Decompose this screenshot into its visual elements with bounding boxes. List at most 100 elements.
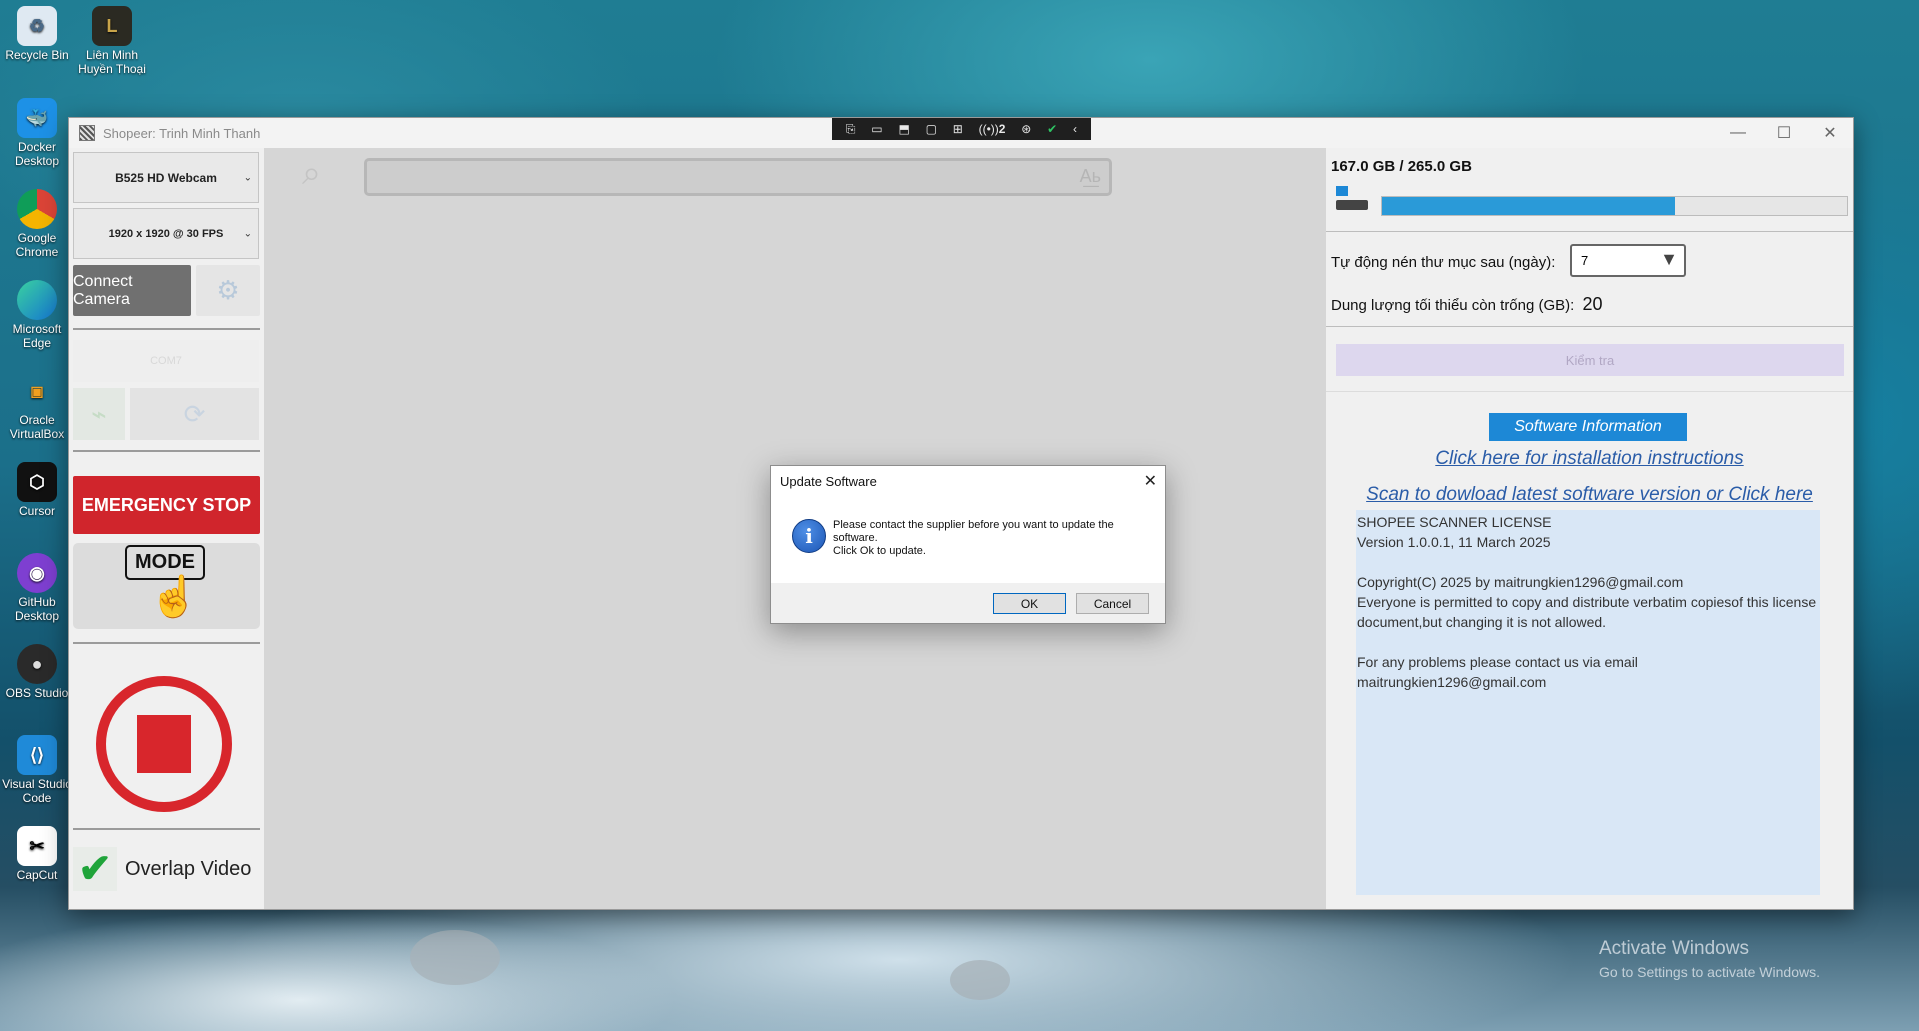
- storage-text: 167.0 GB / 265.0 GB: [1331, 158, 1472, 175]
- session-count-icon[interactable]: ((•))2: [979, 122, 1006, 136]
- divider: [1326, 231, 1853, 232]
- chrome-icon: [17, 189, 57, 229]
- dialog-message-line: Click Ok to update.: [833, 545, 926, 557]
- installation-instructions-link[interactable]: Click here for installation instructions: [1326, 448, 1853, 470]
- obs-icon: ●: [17, 644, 57, 684]
- desktop-icon-capcut[interactable]: ✂ CapCut: [0, 826, 74, 882]
- connect-camera-button[interactable]: Connect Camera: [73, 265, 191, 316]
- scanner-icon: ⌕: [302, 154, 322, 192]
- window-title: Shopeer: Trinh Minh Thanh: [103, 125, 261, 141]
- auto-compress-select[interactable]: 7 ▼: [1570, 244, 1686, 277]
- check-button[interactable]: Kiểm tra: [1336, 344, 1844, 376]
- min-free-label: Dung lượng tối thiểu còn trống (GB): 20: [1331, 294, 1603, 315]
- desktop-icon-vscode[interactable]: ⟨⟩ Visual Studio Code: [0, 735, 74, 805]
- com-port-select[interactable]: COM7: [73, 340, 259, 382]
- plug-icon: ⌁: [91, 398, 107, 429]
- vscode-icon: ⟨⟩: [17, 735, 57, 775]
- divider: [73, 828, 260, 830]
- resolution-select[interactable]: 1920 x 1920 @ 30 FPS ⌄: [73, 208, 259, 259]
- maximize-button[interactable]: ☐: [1761, 118, 1807, 148]
- storage-progress-fill: [1382, 197, 1675, 215]
- camera-icon[interactable]: ▭: [871, 122, 882, 136]
- connected-check-icon: ✔: [1047, 122, 1058, 136]
- serial-connect-button[interactable]: ⌁: [73, 388, 125, 440]
- fullscreen-icon[interactable]: ▢: [926, 122, 937, 136]
- dialog-footer: OK Cancel: [771, 583, 1165, 623]
- chevron-down-icon: ⌄: [243, 172, 252, 183]
- right-settings-panel: 167.0 GB / 265.0 GB Tự động nén thư mục …: [1326, 148, 1853, 909]
- ok-button[interactable]: OK: [993, 593, 1066, 614]
- virtualbox-icon: ▣: [30, 383, 44, 399]
- resolution-select-value: 1920 x 1920 @ 30 FPS: [108, 227, 224, 240]
- wallpaper-rock: [950, 960, 1010, 1000]
- file-transfer-icon[interactable]: ⎘: [846, 122, 856, 137]
- desktop-icon-chrome[interactable]: Google Chrome: [0, 189, 74, 259]
- pointing-hand-icon: ☝: [149, 575, 199, 619]
- refresh-icon: ⟳: [183, 398, 206, 429]
- capcut-icon: ✂: [17, 826, 57, 866]
- screen-share-icon[interactable]: ⬒: [898, 122, 909, 136]
- serial-refresh-button[interactable]: ⟳: [130, 388, 259, 440]
- update-software-dialog: Update Software ✕ i Please contact the s…: [770, 465, 1166, 624]
- license-text: SHOPEE SCANNER LICENSE Version 1.0.0.1, …: [1356, 510, 1820, 895]
- camera-settings-button[interactable]: ⚙: [196, 265, 260, 316]
- divider: [1326, 391, 1853, 392]
- camera-select-value: B525 HD Webcam: [115, 170, 217, 185]
- cursor-icon: ⬡: [17, 462, 57, 502]
- drive-icon: [1336, 186, 1368, 214]
- auto-compress-value: 7: [1581, 253, 1589, 268]
- chevron-down-icon: ⌄: [243, 228, 252, 239]
- league-of-legends-icon: L: [92, 6, 132, 46]
- storage-progress-bar: [1381, 196, 1848, 216]
- info-icon: i: [792, 519, 826, 553]
- divider: [73, 328, 260, 330]
- desktop-icon-obs[interactable]: ● OBS Studio: [0, 644, 74, 700]
- desktop-icon-cursor[interactable]: ⬡ Cursor: [0, 462, 74, 518]
- activate-windows-subtitle: Go to Settings to activate Windows.: [1599, 964, 1820, 980]
- dialog-message-line: Please contact the supplier before you w…: [833, 519, 1114, 544]
- left-control-panel: B525 HD Webcam ⌄ 1920 x 1920 @ 30 FPS ⌄ …: [69, 148, 264, 909]
- min-free-value[interactable]: 20: [1583, 294, 1603, 314]
- desktop-icon-docker[interactable]: 🐳 Docker Desktop: [0, 98, 74, 168]
- activate-windows-title: Activate Windows: [1599, 938, 1749, 959]
- min-free-label-text: Dung lượng tối thiểu còn trống (GB):: [1331, 297, 1575, 314]
- divider: [73, 642, 260, 644]
- recycle-bin-icon: ♻: [17, 6, 57, 46]
- cancel-button[interactable]: Cancel: [1076, 593, 1149, 614]
- software-information-button[interactable]: Software Information: [1489, 413, 1687, 441]
- overlap-video-toggle[interactable]: ✔ Overlap Video: [73, 843, 260, 895]
- barcode-input[interactable]: A͟ь: [364, 158, 1112, 196]
- camera-select[interactable]: B525 HD Webcam ⌄: [73, 152, 259, 203]
- session-count: 2: [998, 122, 1006, 136]
- app-icon: [79, 125, 95, 141]
- wallpaper-rock: [410, 930, 500, 985]
- dialog-close-button[interactable]: ✕: [1144, 471, 1157, 491]
- docker-icon: 🐳: [17, 98, 57, 138]
- github-icon: ◉: [17, 553, 57, 593]
- close-button[interactable]: ✕: [1807, 118, 1853, 148]
- dialog-message: Please contact the supplier before you w…: [833, 519, 1153, 558]
- display-icon[interactable]: ⊞: [953, 122, 963, 136]
- caret-down-icon: ▼: [1660, 249, 1678, 269]
- desktop-icon-virtualbox[interactable]: ▣ Oracle VirtualBox: [0, 371, 74, 441]
- accessibility-icon[interactable]: ⊛: [1021, 122, 1031, 136]
- divider: [1326, 326, 1853, 327]
- stop-square-icon: [137, 715, 191, 773]
- minimize-button[interactable]: —: [1715, 118, 1761, 148]
- camera-gear-icon: ⚙: [216, 275, 240, 305]
- remote-session-toolbar: ⎘ ▭ ⬒ ▢ ⊞ ((•))2 ⊛ ✔ ‹: [832, 118, 1091, 140]
- desktop-icon-recycle-bin[interactable]: ♻ Recycle Bin: [0, 6, 74, 62]
- record-stop-button[interactable]: [96, 676, 232, 812]
- overlap-video-label: Overlap Video: [125, 857, 252, 880]
- dialog-title: Update Software: [780, 474, 877, 489]
- desktop-icon-league[interactable]: L Liên Minh Huyền Thoại: [75, 6, 149, 76]
- emergency-stop-button[interactable]: EMERGENCY STOP: [73, 476, 260, 534]
- edge-icon: [17, 280, 57, 320]
- keyboard-language-icon[interactable]: A͟ь: [1080, 166, 1101, 187]
- desktop-icon-github[interactable]: ◉ GitHub Desktop: [0, 553, 74, 623]
- download-latest-link[interactable]: Scan to dowload latest software version …: [1326, 484, 1853, 506]
- check-icon: ✔: [73, 847, 117, 891]
- collapse-icon[interactable]: ‹: [1073, 122, 1077, 136]
- mode-button[interactable]: MODE ☝: [73, 543, 260, 629]
- desktop-icon-edge[interactable]: Microsoft Edge: [0, 280, 74, 350]
